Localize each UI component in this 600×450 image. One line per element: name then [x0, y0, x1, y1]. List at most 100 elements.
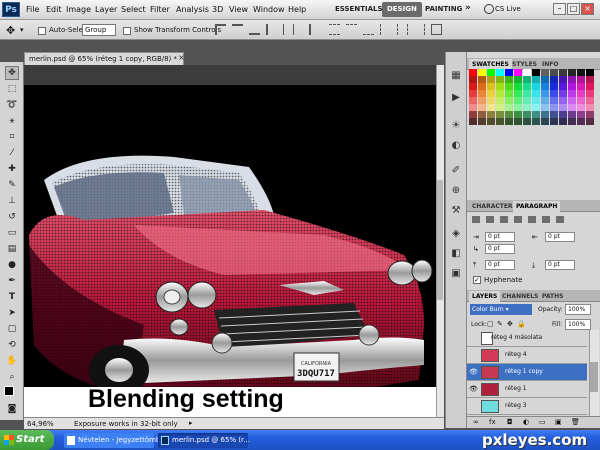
- color-swatch[interactable]: [586, 97, 594, 104]
- color-swatch[interactable]: [505, 76, 513, 83]
- color-swatch[interactable]: [487, 104, 495, 111]
- document-close-icon[interactable]: ×: [178, 53, 185, 62]
- color-swatch[interactable]: [550, 97, 558, 104]
- color-swatch[interactable]: [514, 104, 522, 111]
- 3d-rotate-tool-icon[interactable]: ⟲: [5, 338, 19, 352]
- distribute-bottom-icon[interactable]: [363, 24, 374, 35]
- color-swatch[interactable]: [568, 104, 576, 111]
- color-swatch[interactable]: [496, 90, 504, 97]
- color-swatch[interactable]: [478, 90, 486, 97]
- taskbar-notepad[interactable]: Névtelen - Jegyzettömb: [64, 433, 160, 448]
- color-swatch[interactable]: [586, 118, 594, 125]
- color-swatch[interactable]: [469, 83, 477, 90]
- color-swatch[interactable]: [532, 97, 540, 104]
- color-swatch[interactable]: [550, 111, 558, 118]
- dodge-tool-icon[interactable]: ●: [5, 258, 19, 272]
- magic-wand-tool-icon[interactable]: ⚹: [5, 114, 19, 128]
- distribute-left-icon[interactable]: [380, 24, 391, 35]
- color-swatch[interactable]: [541, 104, 549, 111]
- color-swatch[interactable]: [550, 76, 558, 83]
- color-swatch[interactable]: [559, 76, 567, 83]
- blend-mode-dropdown[interactable]: Color Burn ▾: [470, 304, 532, 315]
- color-swatch[interactable]: [523, 118, 531, 125]
- menu-filter[interactable]: Filter: [150, 5, 170, 14]
- color-swatch[interactable]: [568, 97, 576, 104]
- menu-layer[interactable]: Layer: [95, 5, 117, 14]
- color-swatch[interactable]: [469, 69, 477, 76]
- tool-preset-dropdown-icon[interactable]: ▾: [20, 26, 24, 34]
- align-bottom-icon[interactable]: [249, 24, 260, 35]
- color-swatch[interactable]: [568, 83, 576, 90]
- crop-tool-icon[interactable]: ⌗: [5, 130, 19, 144]
- color-swatch[interactable]: [532, 69, 540, 76]
- layer-row[interactable]: 👁 réteg 1 copy: [467, 364, 587, 381]
- lasso-tool-icon[interactable]: ➰: [5, 98, 19, 112]
- color-swatch[interactable]: [532, 104, 540, 111]
- layer-row[interactable]: réteg 4: [467, 347, 587, 364]
- tab-paragraph[interactable]: PARAGRAPH: [513, 201, 561, 212]
- type-tool-icon[interactable]: T: [5, 290, 19, 304]
- layer-mask-icon[interactable]: ◘: [507, 418, 513, 426]
- color-swatch[interactable]: [568, 69, 576, 76]
- color-swatch[interactable]: [487, 69, 495, 76]
- visibility-off-icon[interactable]: [469, 334, 477, 342]
- indent-right-field[interactable]: 0 pt: [545, 232, 575, 242]
- color-swatch[interactable]: [577, 69, 585, 76]
- show-transform-checkbox[interactable]: [123, 27, 131, 35]
- visibility-off-icon[interactable]: [469, 402, 477, 410]
- align-center-text-icon[interactable]: [486, 216, 494, 223]
- color-swatch[interactable]: [505, 104, 513, 111]
- color-swatch[interactable]: [496, 118, 504, 125]
- color-swatch[interactable]: [523, 111, 531, 118]
- minimize-button[interactable]: –: [553, 3, 566, 15]
- actions-panel-icon[interactable]: ▶: [450, 92, 462, 104]
- color-swatch[interactable]: [577, 111, 585, 118]
- align-left-text-icon[interactable]: [472, 216, 480, 223]
- new-layer-icon[interactable]: ▣: [555, 418, 562, 426]
- color-swatch[interactable]: [550, 90, 558, 97]
- layer-row[interactable]: 👁 réteg 1: [467, 381, 587, 398]
- color-swatch[interactable]: [568, 90, 576, 97]
- color-swatch[interactable]: [559, 97, 567, 104]
- adjustment-layer-icon[interactable]: ◐: [523, 418, 529, 426]
- space-after-field[interactable]: 0 pt: [545, 260, 575, 270]
- color-swatch[interactable]: [523, 69, 531, 76]
- tab-channels[interactable]: CHANNELS: [499, 291, 541, 302]
- color-swatch[interactable]: [541, 69, 549, 76]
- canvas[interactable]: CALIFORNIA 3DQU717: [24, 85, 436, 417]
- color-swatch[interactable]: [505, 97, 513, 104]
- align-vcenter-icon[interactable]: [232, 24, 243, 35]
- color-swatch[interactable]: [532, 90, 540, 97]
- color-swatch[interactable]: [514, 69, 522, 76]
- tab-paths[interactable]: PATHS: [539, 291, 566, 302]
- color-swatch[interactable]: [577, 90, 585, 97]
- color-swatch[interactable]: [541, 90, 549, 97]
- color-swatch[interactable]: [505, 118, 513, 125]
- color-swatch[interactable]: [577, 104, 585, 111]
- color-swatch[interactable]: [487, 76, 495, 83]
- visibility-eye-icon[interactable]: 👁: [469, 368, 478, 376]
- color-swatch[interactable]: [478, 104, 486, 111]
- color-swatch[interactable]: [523, 90, 531, 97]
- color-swatch[interactable]: [505, 83, 513, 90]
- menu-3d[interactable]: 3D: [212, 5, 223, 14]
- 3d-panel-icon[interactable]: ◈: [450, 228, 462, 240]
- menu-window[interactable]: Window: [253, 5, 285, 14]
- menu-file[interactable]: File: [26, 5, 39, 14]
- indent-left-field[interactable]: 0 pt: [485, 232, 515, 242]
- color-swatch[interactable]: [586, 69, 594, 76]
- color-swatch[interactable]: [478, 76, 486, 83]
- color-swatch[interactable]: [550, 118, 558, 125]
- layer-row[interactable]: réteg 4 másolata: [467, 330, 587, 347]
- color-swatch[interactable]: [541, 118, 549, 125]
- color-swatch[interactable]: [469, 97, 477, 104]
- cs-live-icon[interactable]: [484, 4, 494, 14]
- layer-row[interactable]: réteg 3: [467, 398, 587, 415]
- workspace-design[interactable]: DESIGN: [382, 2, 422, 17]
- color-swatch[interactable]: [541, 76, 549, 83]
- pen-tool-icon[interactable]: ✒: [5, 274, 19, 288]
- color-swatch[interactable]: [478, 111, 486, 118]
- color-swatch[interactable]: [559, 111, 567, 118]
- status-zoom[interactable]: 64,96%: [27, 420, 54, 428]
- fill-field[interactable]: 100%: [565, 319, 591, 330]
